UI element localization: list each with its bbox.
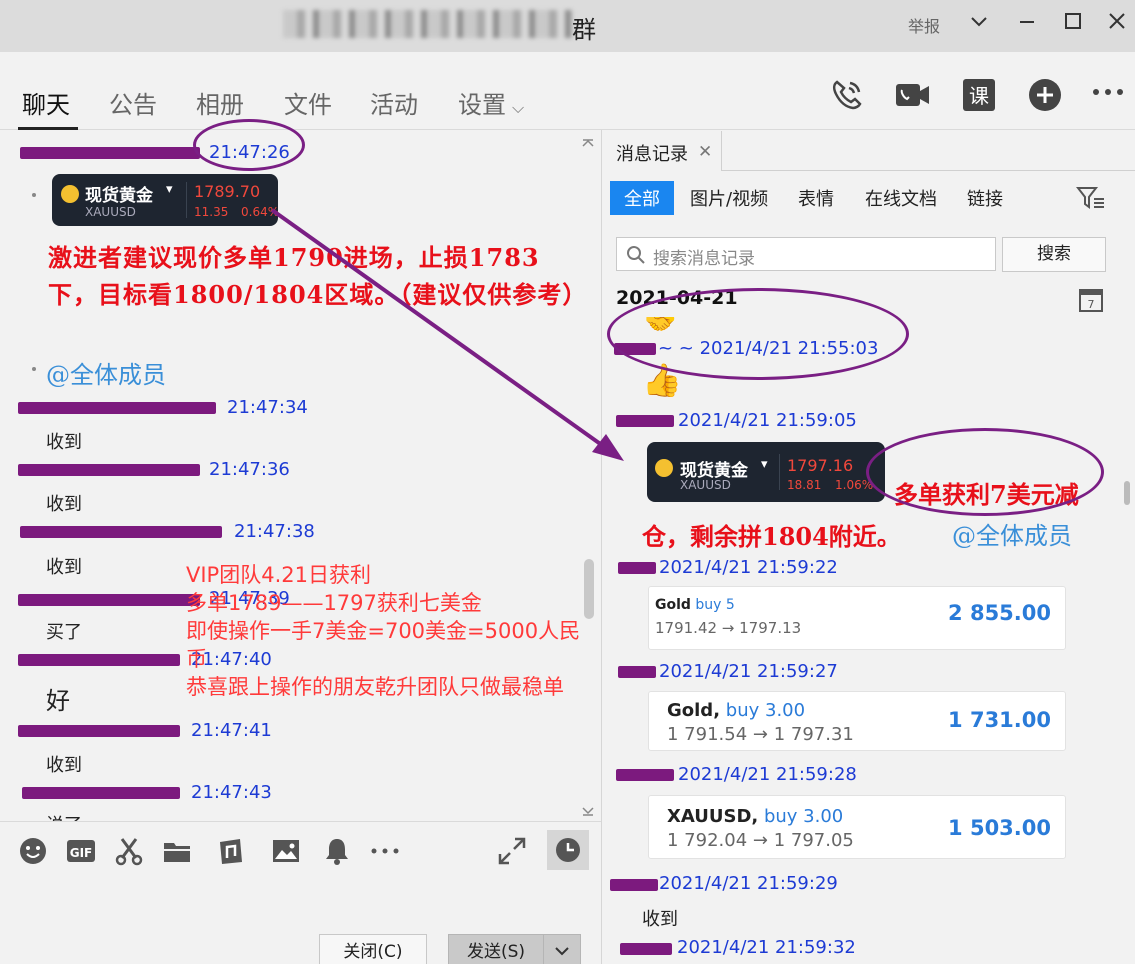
annotation-arrow [270, 208, 624, 461]
qq-group-window: 群 举报 聊天 公告 相册 文件 活动 设置 ⌵ 课 21:47:26 现货黄金… [0, 0, 1135, 964]
